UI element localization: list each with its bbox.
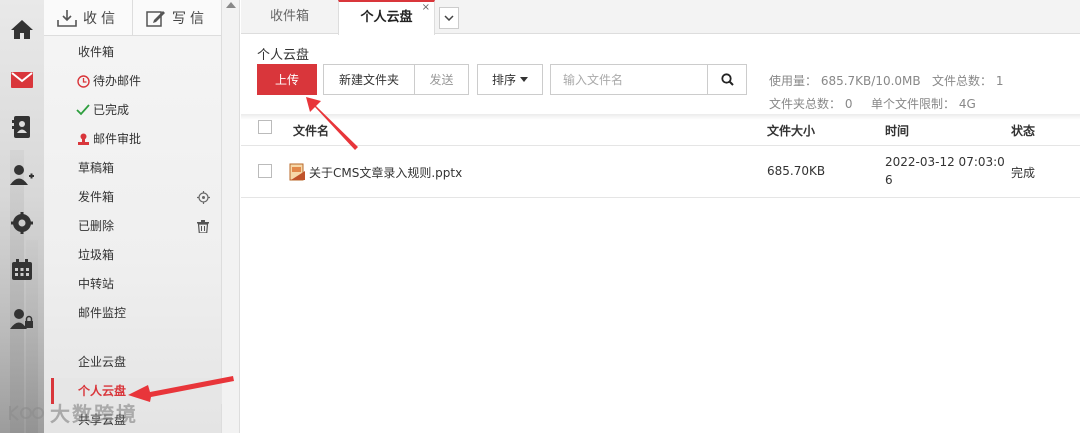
file-name-link[interactable]: 关于CMS文章录入规则.pptx <box>309 164 462 181</box>
chevron-down-icon <box>444 15 454 21</box>
checkmark-icon <box>76 103 90 117</box>
folder-inbox[interactable]: 收件箱 <box>78 42 114 62</box>
folder-label: 垃圾箱 <box>78 248 115 262</box>
compose-bar: 收信 写信 <box>44 0 221 36</box>
upload-button[interactable]: 上传 <box>257 64 317 95</box>
target-icon[interactable] <box>196 190 210 204</box>
user-lock-icon[interactable] <box>10 307 34 331</box>
file-time-line2: 6 <box>885 173 893 187</box>
file-size: 685.70KB <box>767 164 826 178</box>
home-icon[interactable] <box>10 17 34 41</box>
folder-label: 草稿箱 <box>78 161 115 175</box>
file-time-line1: 2022-03-12 07:03:0 <box>885 155 1005 169</box>
background-skyline <box>10 150 24 433</box>
clock-icon <box>76 74 90 88</box>
tab-personal-cloud[interactable]: 个人云盘 × <box>338 0 435 35</box>
folder-sidebar: 收信 写信 <box>44 0 222 433</box>
folder-approval[interactable]: 邮件审批 <box>76 129 141 149</box>
watermark: 大数跨境 <box>6 398 138 427</box>
folder-monitor[interactable]: 邮件监控 <box>78 303 126 323</box>
usage-stat: 使用量： 685.7KB/10.0MB <box>769 74 921 88</box>
caret-down-icon <box>520 77 528 82</box>
folder-label: 待办邮件 <box>93 74 142 88</box>
tab-bar: 收件箱 个人云盘 × <box>241 0 1080 35</box>
folder-deleted[interactable]: 已删除 <box>78 216 114 236</box>
tab-label: 收件箱 <box>269 9 309 24</box>
folder-label: 中转站 <box>78 277 115 291</box>
folder-spam[interactable]: 垃圾箱 <box>78 245 114 265</box>
compose-label: 写信 <box>172 10 208 27</box>
row-checkbox[interactable] <box>258 164 272 178</box>
watermark-text: 大数跨境 <box>50 402 138 426</box>
app-nav-rail <box>0 0 44 433</box>
select-all-checkbox[interactable] <box>258 120 272 134</box>
group-enterprise-cloud[interactable]: 企业云盘 <box>78 352 126 372</box>
folder-transfer[interactable]: 中转站 <box>78 274 114 294</box>
group-label: 企业云盘 <box>78 355 127 369</box>
col-size-header[interactable]: 文件大小 <box>767 122 815 139</box>
search-icon <box>720 73 734 86</box>
edit-icon <box>146 10 165 27</box>
page-title: 个人云盘 <box>257 48 310 63</box>
pptx-file-icon <box>289 162 307 182</box>
tab-dropdown-button[interactable] <box>439 7 459 29</box>
folder-label: 收件箱 <box>78 45 115 59</box>
search-button[interactable] <box>707 64 747 95</box>
table-row[interactable]: 关于CMS文章录入规则.pptx 685.70KB 2022-03-12 07:… <box>241 147 1080 198</box>
receive-button[interactable]: 收信 <box>44 0 132 35</box>
file-total-stat: 文件总数： 1 <box>932 74 1004 88</box>
header-shadow <box>241 114 1080 120</box>
sort-label: 排序 <box>491 73 516 87</box>
col-name-header[interactable]: 文件名 <box>293 122 329 139</box>
stamp-icon <box>76 132 90 146</box>
contacts-icon[interactable] <box>10 115 34 139</box>
folder-label: 已完成 <box>93 103 130 117</box>
receive-label: 收信 <box>83 10 119 27</box>
brand-logo-icon <box>9 404 44 421</box>
file-status: 完成 <box>1011 166 1036 180</box>
scroll-up-icon[interactable] <box>226 2 236 8</box>
main-panel: 收件箱 个人云盘 × 个人云盘 上传 新建文件夹 发送 排序 使用量： 685.… <box>241 0 1080 433</box>
folder-label: 已删除 <box>78 219 115 233</box>
mail-icon[interactable] <box>10 68 34 92</box>
trash-icon[interactable] <box>196 219 210 233</box>
single-limit-stat: 单个文件限制： 4G <box>871 97 976 111</box>
folder-todo[interactable]: 待办邮件 <box>76 71 141 91</box>
close-icon[interactable]: × <box>422 0 430 24</box>
file-search-input[interactable] <box>550 64 708 95</box>
table-header: 文件名 文件大小 时间 状态 <box>241 114 1080 146</box>
col-time-header[interactable]: 时间 <box>885 122 909 139</box>
folder-drafts[interactable]: 草稿箱 <box>78 158 114 178</box>
folder-sent[interactable]: 发件箱 <box>78 187 114 207</box>
download-icon <box>57 9 77 27</box>
sort-button[interactable]: 排序 <box>477 64 543 95</box>
add-contact-icon[interactable] <box>10 163 34 187</box>
new-folder-button[interactable]: 新建文件夹 <box>323 64 415 95</box>
folder-label: 邮件监控 <box>78 306 127 320</box>
folder-done[interactable]: 已完成 <box>76 100 129 120</box>
folder-label: 邮件审批 <box>93 132 142 146</box>
sidebar-scrollbar[interactable] <box>222 0 240 433</box>
tab-inbox[interactable]: 收件箱 <box>241 0 338 34</box>
folder-total-stat: 文件夹总数： 0 <box>769 97 853 111</box>
folder-label: 发件箱 <box>78 190 115 204</box>
compose-button[interactable]: 写信 <box>132 0 221 35</box>
col-status-header: 状态 <box>1011 124 1036 138</box>
send-button[interactable]: 发送 <box>415 64 469 95</box>
gear-icon[interactable] <box>10 211 34 235</box>
tab-label: 个人云盘 <box>360 10 413 25</box>
calendar-icon[interactable] <box>10 258 34 282</box>
